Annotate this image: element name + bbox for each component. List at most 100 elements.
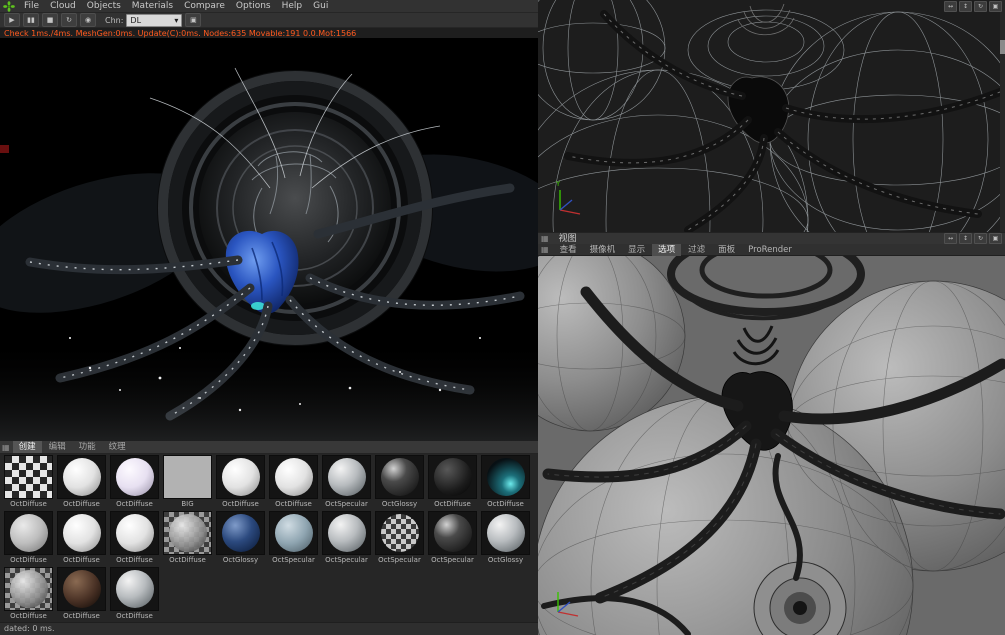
tab-display[interactable]: 显示	[622, 244, 651, 256]
material-sphere	[486, 458, 525, 496]
material-item[interactable]: OctDiffuse	[55, 454, 108, 510]
material-item[interactable]: OctDiffuse	[2, 510, 55, 566]
rotate-view-icon[interactable]: ↻	[974, 233, 987, 244]
material-thumbnail[interactable]	[110, 567, 159, 611]
material-thumbnail[interactable]	[375, 511, 424, 555]
tab-filter[interactable]: 过滤	[682, 244, 711, 256]
material-item[interactable]: OctDiffuse	[479, 454, 532, 510]
octane-menubar: File Cloud Objects Materials Compare Opt…	[0, 0, 538, 12]
zoom-view-icon[interactable]: ↕	[959, 1, 972, 12]
tab-prorender[interactable]: ProRender	[742, 244, 798, 256]
rotate-view-icon[interactable]: ↻	[974, 1, 987, 12]
material-thumbnail[interactable]	[269, 455, 318, 499]
toggle-view-icon[interactable]: ▣	[989, 233, 1002, 244]
material-item[interactable]: OctDiffuse	[108, 566, 161, 622]
scrollbar-thumb[interactable]	[1000, 40, 1005, 54]
material-item[interactable]: OctSpecular	[320, 454, 373, 510]
focus-picker-icon[interactable]: ◉	[80, 13, 96, 27]
material-thumbnail[interactable]	[428, 455, 477, 499]
pan-view-icon[interactable]: ↔	[944, 233, 957, 244]
shaded-viewport[interactable]	[538, 256, 1005, 635]
menu-cloud[interactable]: Cloud	[45, 0, 81, 12]
tab-edit[interactable]: 编辑	[43, 441, 72, 453]
toggle-view-icon[interactable]: ▣	[989, 1, 1002, 12]
material-thumbnail[interactable]	[57, 455, 106, 499]
material-item[interactable]: OctSpecular	[373, 510, 426, 566]
material-thumbnail[interactable]	[57, 567, 106, 611]
menu-compare[interactable]: Compare	[179, 0, 230, 12]
material-thumbnail[interactable]	[269, 511, 318, 555]
application-window: File Cloud Objects Materials Compare Opt…	[0, 0, 1005, 635]
refresh-icon[interactable]: ↻	[61, 13, 77, 27]
material-item[interactable]: OctDiffuse	[267, 454, 320, 510]
material-sphere	[274, 458, 313, 496]
material-manager-tabbar: ▦ 创建 编辑 功能 纹理	[0, 441, 538, 454]
tab-view[interactable]: 查看	[554, 244, 583, 256]
material-item[interactable]: OctGlossy	[214, 510, 267, 566]
material-item[interactable]: OctSpecular	[267, 510, 320, 566]
material-sphere	[327, 514, 366, 552]
material-item[interactable]: OctDiffuse	[214, 454, 267, 510]
settings-icon[interactable]: ▣	[185, 13, 202, 27]
material-item[interactable]: OctGlossy	[479, 510, 532, 566]
channel-label: Chn:	[105, 15, 124, 25]
viewport-scrollbar[interactable]	[1000, 0, 1005, 232]
material-thumbnail[interactable]	[428, 511, 477, 555]
material-item[interactable]: OctDiffuse	[55, 510, 108, 566]
material-item[interactable]: OctSpecular	[320, 510, 373, 566]
viewport-menubar: ▦ 视图 ↔ ↕ ↻ ▣	[538, 232, 1005, 244]
material-sphere	[115, 514, 154, 552]
menu-materials[interactable]: Materials	[127, 0, 178, 12]
menu-file[interactable]: File	[19, 0, 44, 12]
menu-options[interactable]: Options	[231, 0, 276, 12]
material-thumbnail[interactable]	[322, 511, 371, 555]
material-thumbnail[interactable]	[216, 511, 265, 555]
material-label: OctDiffuse	[63, 556, 100, 564]
tab-create[interactable]: 创建	[12, 441, 42, 453]
material-thumbnail[interactable]	[4, 511, 53, 555]
menu-gui[interactable]: Gui	[308, 0, 333, 12]
tab-texture[interactable]: 纹理	[103, 441, 132, 453]
material-thumbnail[interactable]	[57, 511, 106, 555]
material-thumbnail[interactable]	[4, 567, 53, 611]
play-icon[interactable]: ▶	[4, 13, 20, 27]
material-thumbnail[interactable]	[481, 455, 530, 499]
material-sphere	[380, 514, 419, 552]
material-item[interactable]: OctDiffuse	[2, 454, 55, 510]
material-thumbnail[interactable]	[163, 455, 212, 499]
tab-panel[interactable]: 面板	[712, 244, 741, 256]
tab-options[interactable]: 选项	[652, 243, 682, 256]
material-thumbnail[interactable]	[216, 455, 265, 499]
material-thumbnail[interactable]	[322, 455, 371, 499]
material-item[interactable]: OctSpecular	[426, 510, 479, 566]
tab-cameras[interactable]: 摄像机	[584, 244, 622, 256]
material-label: OctSpecular	[325, 500, 368, 508]
material-item[interactable]: BIG	[161, 454, 214, 510]
c4d-viewport-panel: Y ↔ ↕ ↻ ▣ ▦ 视图 ↔ ↕ ↻ ▣ ▦ 查看 摄像机 显示 选项 过滤…	[538, 0, 1005, 635]
material-item[interactable]: OctDiffuse	[426, 454, 479, 510]
channel-dropdown[interactable]: DL ▾	[126, 13, 183, 27]
render-viewport[interactable]	[0, 38, 538, 441]
menu-help[interactable]: Help	[277, 0, 308, 12]
material-thumbnail[interactable]	[110, 511, 159, 555]
material-item[interactable]: OctGlossy	[373, 454, 426, 510]
material-thumbnail[interactable]	[163, 511, 212, 555]
pan-view-icon[interactable]: ↔	[944, 1, 957, 12]
material-thumbnail[interactable]	[375, 455, 424, 499]
material-thumbnail[interactable]	[4, 455, 53, 499]
material-item[interactable]: OctDiffuse	[161, 510, 214, 566]
tab-function[interactable]: 功能	[73, 441, 102, 453]
material-item[interactable]: OctDiffuse	[2, 566, 55, 622]
material-item[interactable]: OctDiffuse	[108, 510, 161, 566]
material-item[interactable]: OctDiffuse	[108, 454, 161, 510]
wireframe-viewport[interactable]: Y ↔ ↕ ↻ ▣	[538, 0, 1005, 232]
material-thumbnail[interactable]	[481, 511, 530, 555]
menu-objects[interactable]: Objects	[82, 0, 126, 12]
stop-icon[interactable]: ■	[42, 13, 58, 27]
material-sphere	[380, 458, 419, 496]
material-item[interactable]: OctDiffuse	[55, 566, 108, 622]
material-sphere	[274, 514, 313, 552]
zoom-view-icon[interactable]: ↕	[959, 233, 972, 244]
material-thumbnail[interactable]	[110, 455, 159, 499]
pause-icon[interactable]: ▮▮	[23, 13, 39, 27]
